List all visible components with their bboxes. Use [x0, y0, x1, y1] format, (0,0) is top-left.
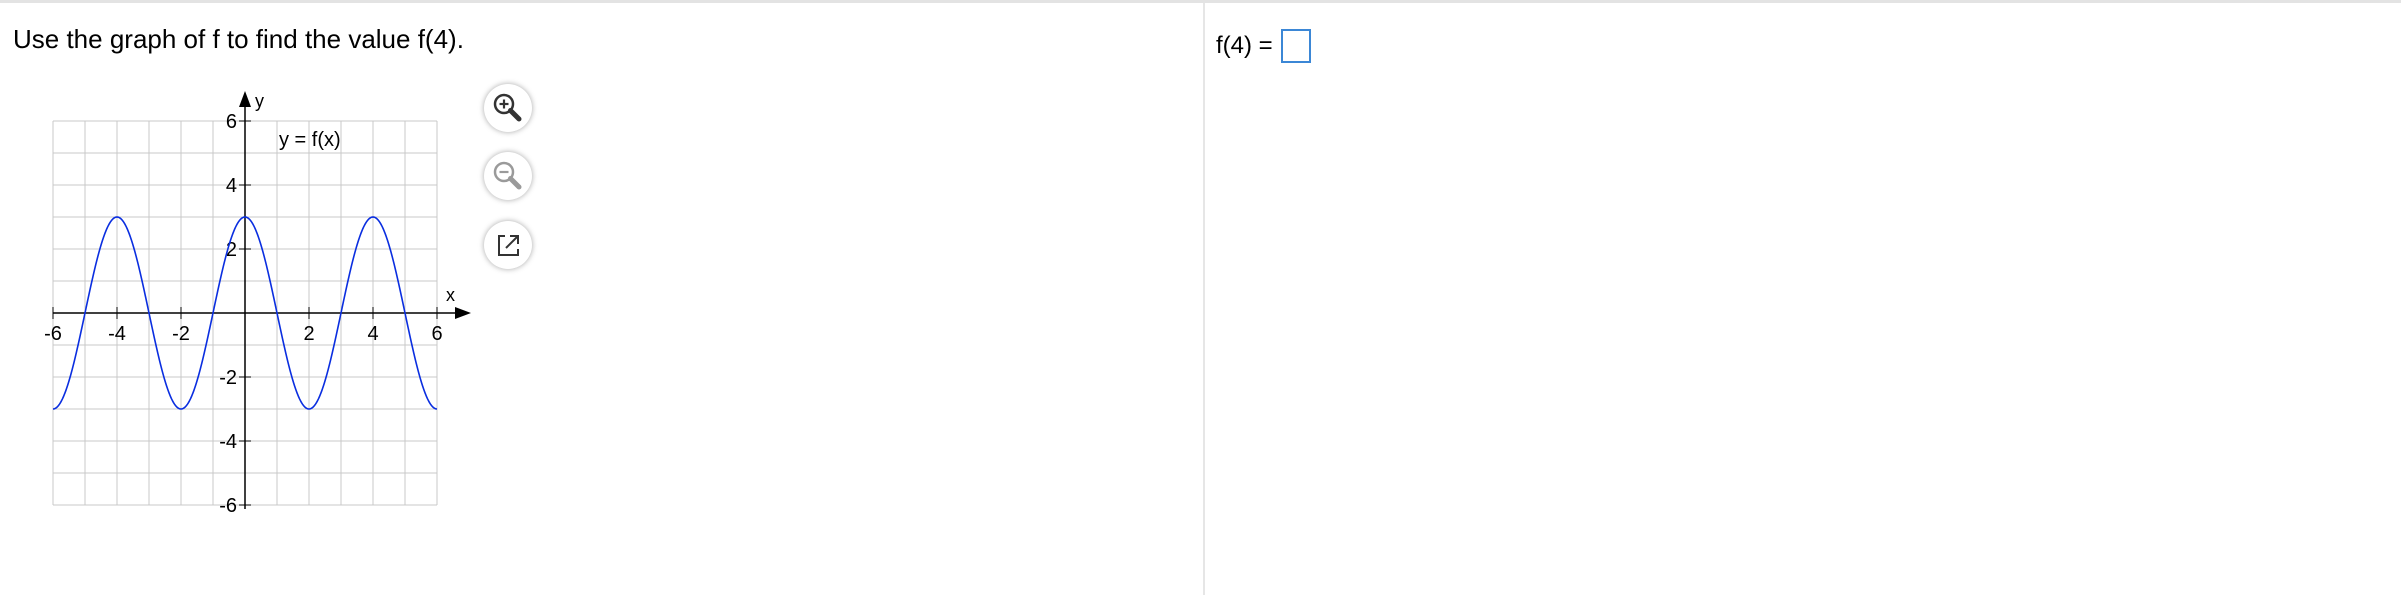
popout-icon: [498, 235, 519, 256]
y-tick-label: -2: [219, 367, 237, 389]
answer-row: f(4) =: [1216, 29, 1311, 64]
axes: [53, 91, 471, 509]
y-tick-label: -6: [219, 495, 237, 517]
y-tick-label: 6: [226, 111, 237, 133]
function-graph: -6 -4 -2 2 4 6642-2-4-6 y = f(x) x y: [44, 91, 471, 517]
y-tick-label: 4: [226, 175, 237, 197]
tick-labels: -6 -4 -2 2 4 6642-2-4-6: [44, 111, 442, 517]
x-tick-label: -2: [172, 323, 190, 345]
x-tick-label: 4: [367, 323, 378, 345]
zoom-in-icon: [493, 93, 522, 122]
zoom-out-button[interactable]: [484, 152, 532, 200]
x-tick-label: 6: [431, 323, 442, 345]
answer-input-box[interactable]: [1280, 29, 1311, 64]
panel-divider: [1203, 3, 1205, 595]
x-axis-arrow: [455, 307, 471, 319]
zoom-out-icon: [493, 161, 522, 190]
x-tick-label: -6: [44, 323, 62, 345]
x-tick-label: -4: [108, 323, 126, 345]
y-axis-label: y: [255, 91, 264, 111]
x-tick-label: 2: [303, 323, 314, 345]
zoom-in-button[interactable]: [484, 84, 532, 132]
y-tick-label: -4: [219, 431, 237, 453]
x-axis-label: x: [446, 285, 455, 305]
y-axis-arrow: [239, 91, 251, 107]
curve-label: y = f(x): [279, 129, 341, 151]
answer-label: f(4) =: [1216, 32, 1273, 59]
popout-button[interactable]: [484, 221, 532, 269]
answer-input[interactable]: [1282, 33, 1309, 64]
